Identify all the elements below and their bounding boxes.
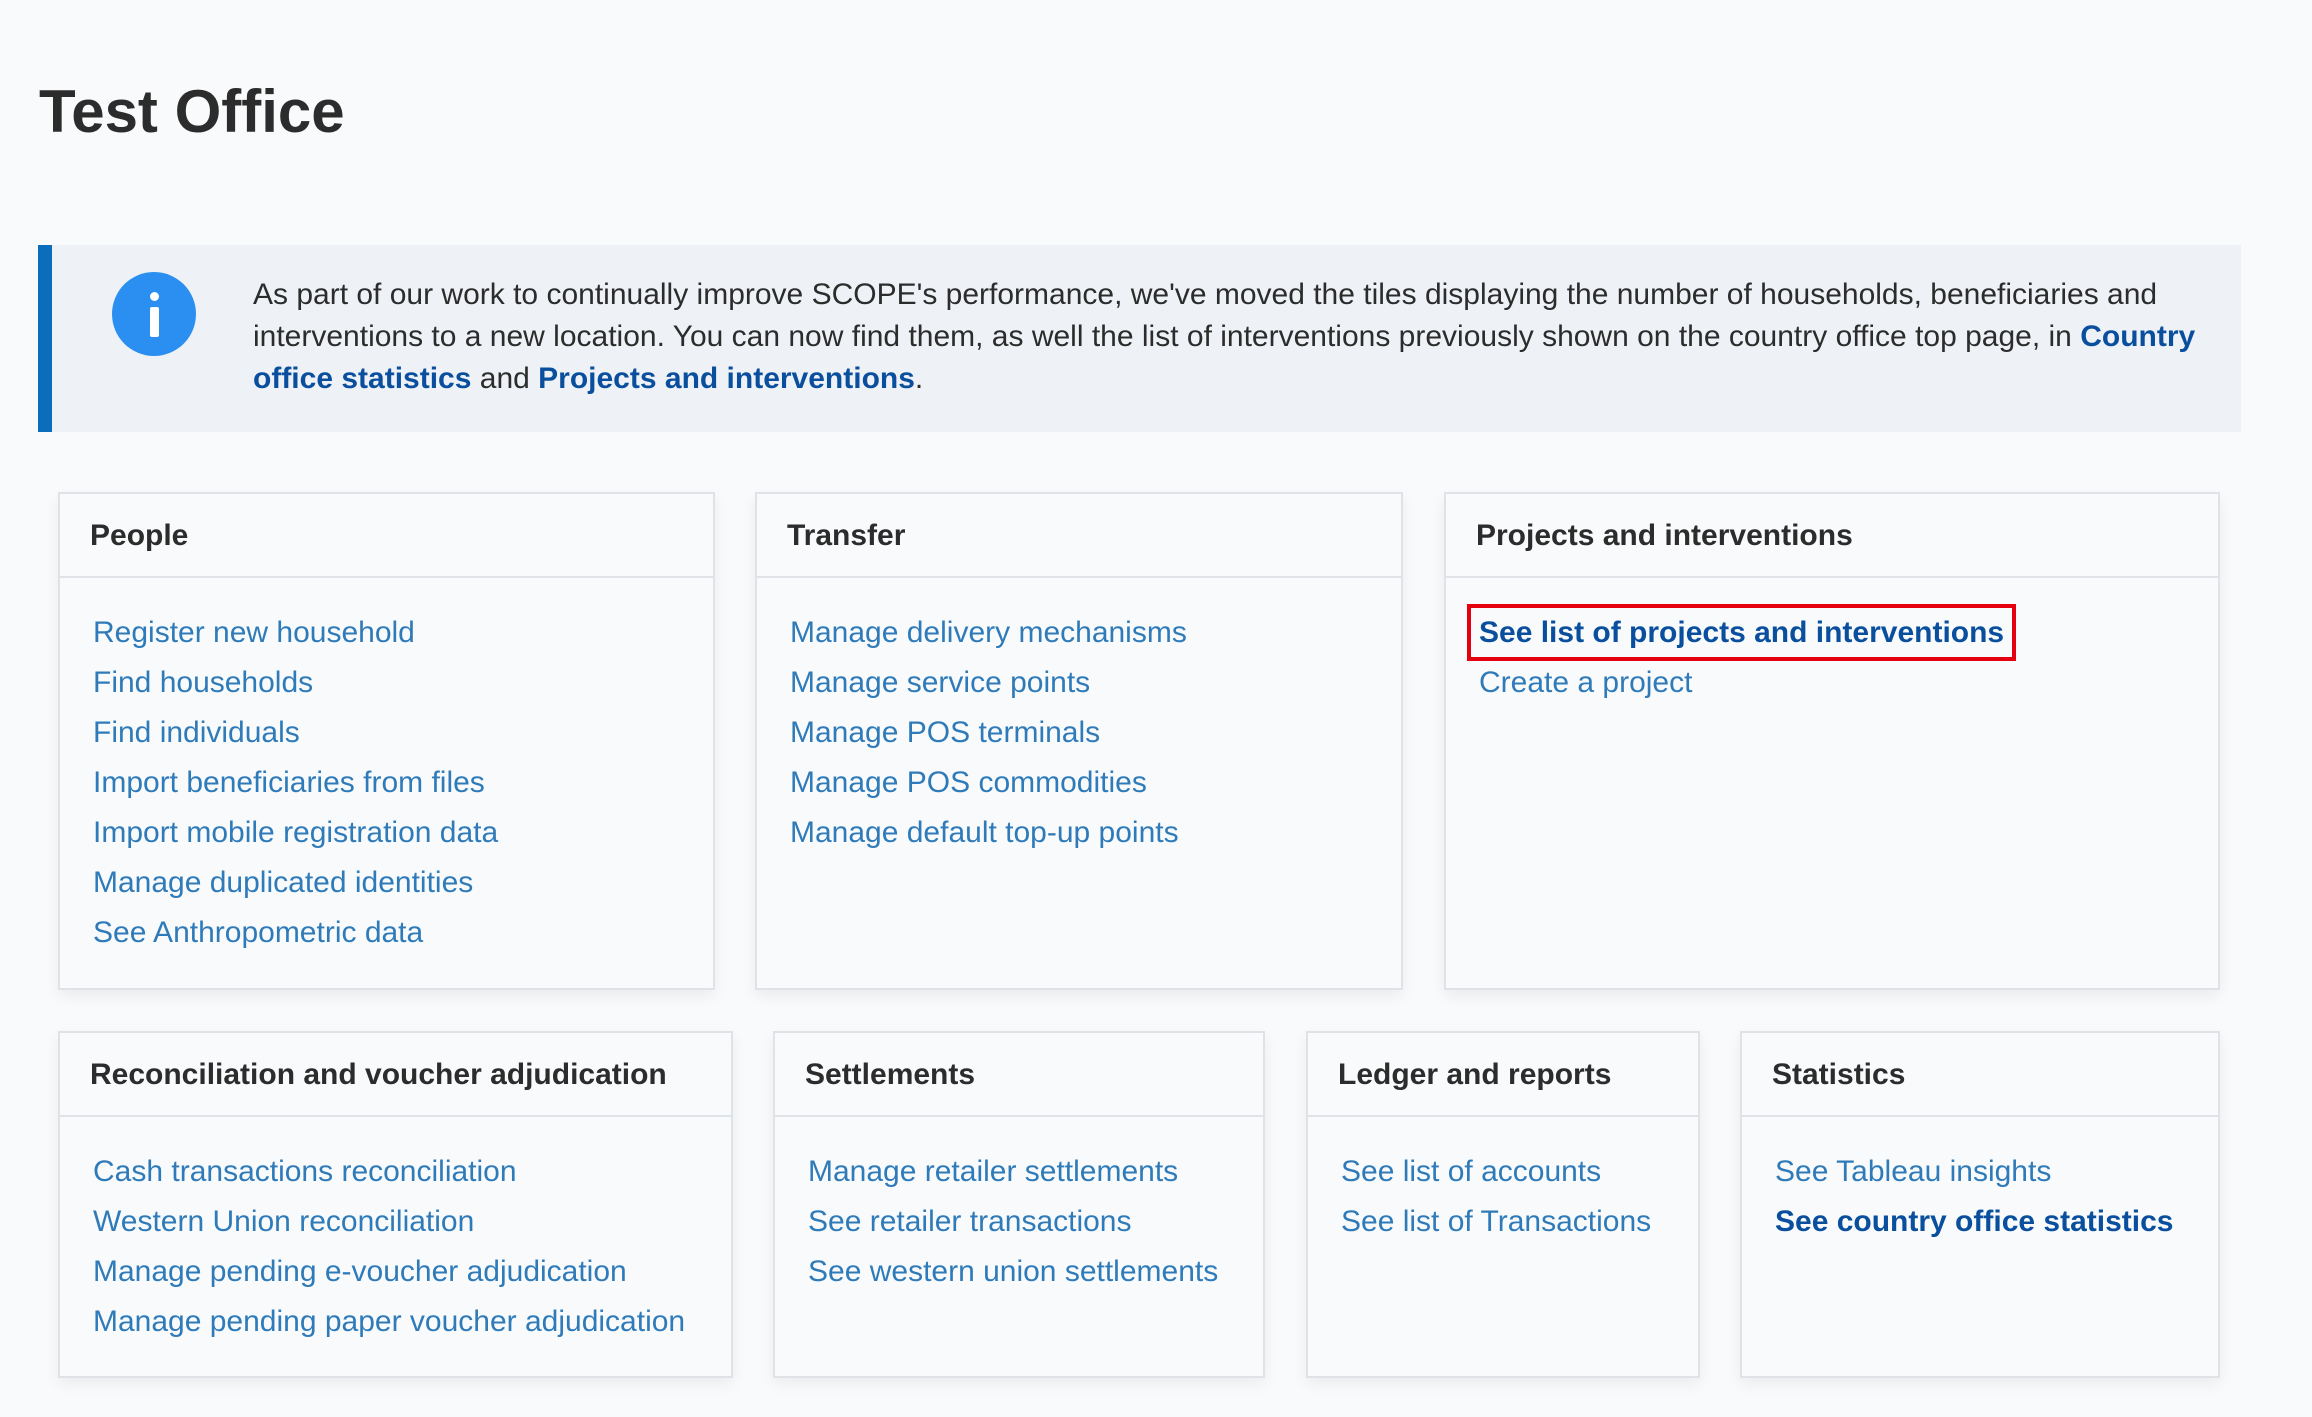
see-country-office-statistics-link[interactable]: See country office statistics [1775,1205,2173,1238]
statistics-links: See Tableau insights See country office … [1742,1117,2218,1247]
reconciliation-card: Reconciliation and voucher adjudication … [58,1031,733,1378]
projects-links: See list of projects and interventions C… [1446,578,2218,708]
manage-delivery-mechanisms-link[interactable]: Manage delivery mechanisms [790,616,1187,649]
see-list-of-projects-link[interactable]: See list of projects and interventions [1466,604,2017,661]
manage-default-top-up-points-link[interactable]: Manage default top-up points [790,816,1179,849]
ledger-links: See list of accounts See list of Transac… [1308,1117,1698,1247]
ledger-card: Ledger and reports See list of accounts … [1306,1031,1700,1378]
people-card: People Register new household Find house… [58,492,715,990]
register-new-household-link[interactable]: Register new household [93,616,415,649]
import-mobile-registration-link[interactable]: Import mobile registration data [93,816,498,849]
statistics-card: Statistics See Tableau insights See coun… [1740,1031,2220,1378]
projects-and-interventions-link[interactable]: Projects and interventions [538,362,915,395]
see-tableau-insights-link[interactable]: See Tableau insights [1775,1155,2051,1188]
reconciliation-links: Cash transactions reconciliation Western… [60,1117,731,1347]
see-western-union-settlements-link[interactable]: See western union settlements [808,1255,1218,1288]
manage-duplicated-identities-link[interactable]: Manage duplicated identities [93,866,473,899]
pending-paper-voucher-adjudication-link[interactable]: Manage pending paper voucher adjudicatio… [93,1305,685,1338]
manage-service-points-link[interactable]: Manage service points [790,666,1090,699]
info-icon [112,272,196,356]
cash-transactions-reconciliation-link[interactable]: Cash transactions reconciliation [93,1155,517,1188]
settlements-card: Settlements Manage retailer settlements … [773,1031,1265,1378]
transfer-card-title: Transfer [757,494,1401,578]
see-retailer-transactions-link[interactable]: See retailer transactions [808,1205,1132,1238]
create-a-project-link[interactable]: Create a project [1479,666,1692,699]
people-card-title: People [60,494,713,578]
see-list-of-accounts-link[interactable]: See list of accounts [1341,1155,1601,1188]
projects-card-title: Projects and interventions [1446,494,2218,578]
import-beneficiaries-link[interactable]: Import beneficiaries from files [93,766,485,799]
find-individuals-link[interactable]: Find individuals [93,716,300,749]
info-notice: As part of our work to continually impro… [38,245,2241,432]
pending-e-voucher-adjudication-link[interactable]: Manage pending e-voucher adjudication [93,1255,627,1288]
manage-retailer-settlements-link[interactable]: Manage retailer settlements [808,1155,1178,1188]
transfer-card: Transfer Manage delivery mechanisms Mana… [755,492,1403,990]
see-list-of-transactions-link[interactable]: See list of Transactions [1341,1205,1651,1238]
transfer-links: Manage delivery mechanisms Manage servic… [757,578,1401,858]
find-households-link[interactable]: Find households [93,666,313,699]
projects-card: Projects and interventions See list of p… [1444,492,2220,990]
ledger-card-title: Ledger and reports [1308,1033,1698,1117]
settlements-links: Manage retailer settlements See retailer… [775,1117,1263,1297]
statistics-card-title: Statistics [1742,1033,2218,1117]
page-title: Test Office [39,78,345,145]
people-links: Register new household Find households F… [60,578,713,958]
reconciliation-card-title: Reconciliation and voucher adjudication [60,1033,731,1117]
manage-pos-commodities-link[interactable]: Manage POS commodities [790,766,1147,799]
notice-text-before: As part of our work to continually impro… [253,278,2158,353]
settlements-card-title: Settlements [775,1033,1263,1117]
notice-text: As part of our work to continually impro… [253,274,2219,400]
notice-text-and: and [471,362,539,395]
western-union-reconciliation-link[interactable]: Western Union reconciliation [93,1205,474,1238]
notice-text-after: . [914,362,924,395]
manage-pos-terminals-link[interactable]: Manage POS terminals [790,716,1100,749]
see-anthropometric-data-link[interactable]: See Anthropometric data [93,916,423,949]
